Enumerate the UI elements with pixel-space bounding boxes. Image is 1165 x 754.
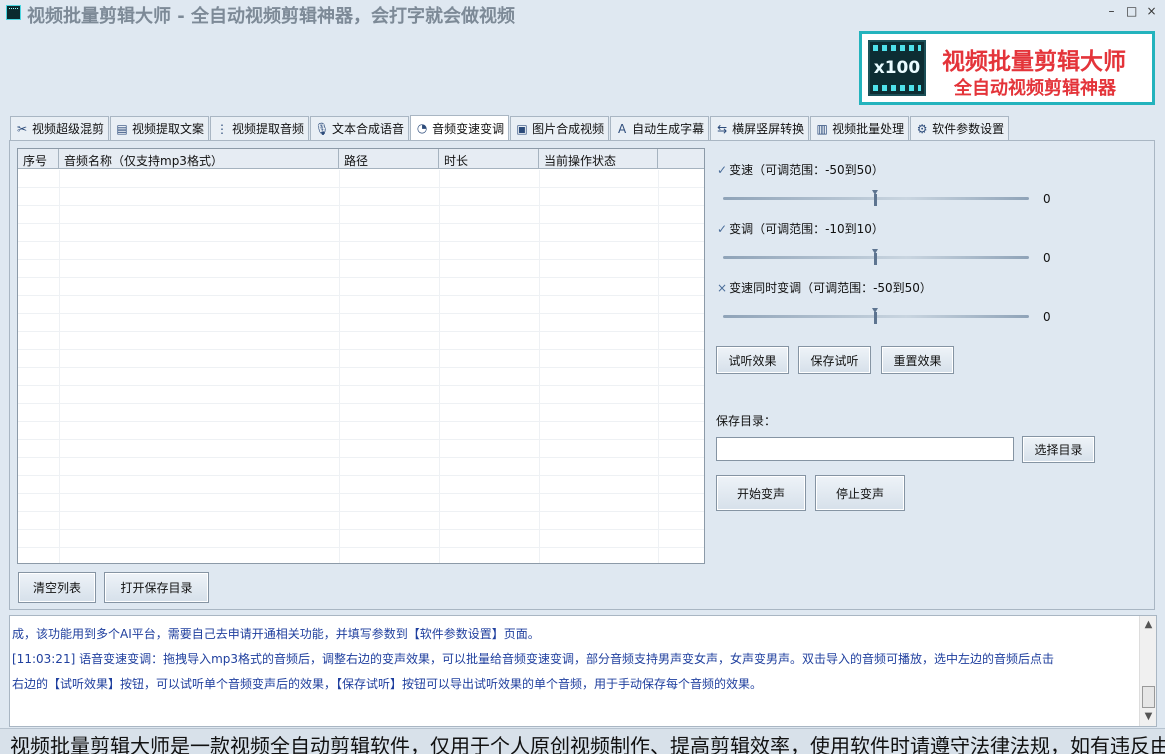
column-header-name[interactable]: 音频名称（仅支持mp3格式）: [59, 149, 339, 168]
tab-4[interactable]: 🎙 文本合成语音: [310, 116, 410, 140]
column-header-spacer: [658, 149, 704, 168]
tab-2[interactable]: ▤ 视频提取文案: [110, 116, 210, 140]
banner-subtitle: 全自动视频剪辑神器: [954, 78, 1116, 99]
speed-label: 变速（可调范围：-50到50）: [729, 163, 884, 177]
audio-list[interactable]: 序号 音频名称（仅支持mp3格式） 路径 时长 当前操作状态: [17, 148, 705, 564]
scroll-down-icon[interactable]: ▼: [1142, 710, 1155, 724]
film-icon: ▥: [816, 121, 828, 136]
speed-slider-thumb[interactable]: [872, 190, 879, 206]
speed-option[interactable]: ✓ 变速（可调范围：-50到50）: [717, 161, 884, 178]
save-dir-input[interactable]: [716, 437, 1014, 461]
log-line: 右边的【试听效果】按钮，可以试听单个音频变声后的效果，【保存试听】按钮可以导出试…: [12, 677, 763, 691]
column-header-status[interactable]: 当前操作状态: [539, 149, 658, 168]
tab-label: 自动生成字幕: [632, 122, 705, 136]
log-line: 成，该功能用到多个AI平台，需要自己去申请开通相关功能，并填写参数到【软件参数设…: [12, 627, 540, 641]
column-header-path[interactable]: 路径: [339, 149, 439, 168]
tab-label: 横屏竖屏转换: [732, 122, 805, 136]
list-rows[interactable]: [18, 170, 704, 563]
column-header-duration[interactable]: 时长: [439, 149, 539, 168]
window-title: 视频批量剪辑大师 - 全自动视频剪辑神器，会打字就会做视频: [27, 6, 516, 27]
stop-button[interactable]: 停止变声: [815, 475, 905, 511]
speed-pitch-label: 变速同时变调（可调范围：-50到50）: [729, 281, 932, 295]
notice-ticker: 视频批量剪辑大师是一款视频全自动剪辑软件，仅用于个人原创视频制作、提高剪辑效率，…: [0, 728, 1165, 754]
notice-text: 视频批量剪辑大师是一款视频全自动剪辑软件，仅用于个人原创视频制作、提高剪辑效率，…: [10, 734, 1165, 754]
logo-text: x100: [873, 58, 921, 78]
speed-pitch-option[interactable]: × 变速同时变调（可调范围：-50到50）: [717, 279, 932, 296]
tab-3[interactable]: ⋮ 视频提取音频: [210, 116, 310, 140]
tab-8[interactable]: ⇆ 横屏竖屏转换: [710, 116, 810, 140]
open-save-dir-button[interactable]: 打开保存目录: [104, 572, 209, 603]
minimize-button[interactable]: –: [1106, 4, 1117, 18]
tab-label: 视频超级混剪: [32, 122, 105, 136]
maximize-button[interactable]: □: [1126, 4, 1137, 18]
pitch-check-icon: ✓: [717, 222, 728, 236]
close-button[interactable]: ×: [1146, 4, 1157, 18]
tab-10[interactable]: ⚙ 软件参数设置: [910, 116, 1010, 140]
column-header-index[interactable]: 序号: [18, 149, 59, 168]
speed-pitch-value: 0: [1043, 310, 1051, 324]
tab-5[interactable]: ◔ 音频变速变调: [410, 115, 510, 140]
choose-dir-button[interactable]: 选择目录: [1022, 436, 1095, 463]
log-line: [11:03:21] 语音变速变调：拖拽导入mp3格式的音频后，调整右边的变声效…: [12, 652, 1055, 666]
list-header: 序号 音频名称（仅支持mp3格式） 路径 时长 当前操作状态: [18, 149, 704, 169]
subtitle-icon: A: [617, 121, 627, 136]
speed-pitch-slider-thumb[interactable]: [872, 308, 879, 324]
scroll-up-icon[interactable]: ▲: [1142, 618, 1155, 632]
scissors-icon: ✂: [16, 121, 28, 136]
preview-button[interactable]: 试听效果: [716, 346, 789, 374]
pitch-value: 0: [1043, 251, 1051, 265]
image-icon: ▣: [516, 121, 528, 136]
clear-list-button[interactable]: 清空列表: [18, 572, 96, 603]
tab-bar: ✂ 视频超级混剪 ▤ 视频提取文案 ⋮ 视频提取音频 🎙 文本合成语音 ◔ 音频变速变调 ▣ 图片合成…: [10, 115, 1010, 140]
speed-value: 0: [1043, 192, 1051, 206]
pitch-slider[interactable]: [723, 249, 1029, 265]
brand-banner: x100 视频批量剪辑大师 全自动视频剪辑神器: [859, 31, 1155, 105]
speed-slider[interactable]: [723, 190, 1029, 206]
log-scrollbar[interactable]: ▲ ▼: [1139, 616, 1156, 726]
document-icon: ▤: [116, 121, 128, 136]
tab-label: 视频提取文案: [132, 122, 205, 136]
reset-button[interactable]: 重置效果: [881, 346, 954, 374]
film-logo-icon: x100: [868, 40, 926, 96]
speed-pitch-slider[interactable]: [723, 308, 1029, 324]
tab-7[interactable]: A 自动生成字幕: [610, 116, 710, 140]
tab-label: 视频批量处理: [832, 122, 905, 136]
rotate-screen-icon: ⇆: [717, 121, 728, 136]
speed-check-icon: ✓: [717, 163, 728, 177]
pitch-option[interactable]: ✓ 变调（可调范围：-10到10）: [717, 220, 884, 237]
tab-9[interactable]: ▥ 视频批量处理: [810, 116, 910, 140]
gauge-icon: ◔: [416, 121, 428, 135]
scroll-thumb[interactable]: [1142, 686, 1155, 708]
tab-label: 软件参数设置: [932, 122, 1005, 136]
pitch-label: 变调（可调范围：-10到10）: [729, 222, 884, 236]
tab-label: 视频提取音频: [232, 122, 305, 136]
tab-6[interactable]: ▣ 图片合成视频: [510, 116, 610, 140]
tab-label: 音频变速变调: [432, 121, 505, 136]
audio-wave-icon: ⋮: [216, 121, 229, 136]
save-preview-button[interactable]: 保存试听: [798, 346, 871, 374]
log-panel[interactable]: 成，该功能用到多个AI平台，需要自己去申请开通相关功能，并填写参数到【软件参数设…: [9, 615, 1157, 727]
gear-icon: ⚙: [916, 121, 928, 136]
speed-pitch-cross-icon: ×: [717, 281, 728, 295]
start-button[interactable]: 开始变声: [716, 475, 806, 511]
title-bar: 视频批量剪辑大师 - 全自动视频剪辑神器，会打字就会做视频 – □ ×: [0, 0, 1165, 27]
tab-label: 文本合成语音: [332, 122, 405, 136]
app-icon: [6, 5, 21, 20]
microphone-icon: 🎙: [314, 121, 330, 136]
pitch-slider-thumb[interactable]: [872, 249, 879, 265]
tab-label: 图片合成视频: [532, 122, 605, 136]
save-dir-label: 保存目录：: [716, 414, 777, 428]
banner-title: 视频批量剪辑大师: [942, 49, 1126, 75]
tab-1[interactable]: ✂ 视频超级混剪: [10, 116, 110, 140]
window-controls: – □ ×: [1106, 4, 1157, 18]
